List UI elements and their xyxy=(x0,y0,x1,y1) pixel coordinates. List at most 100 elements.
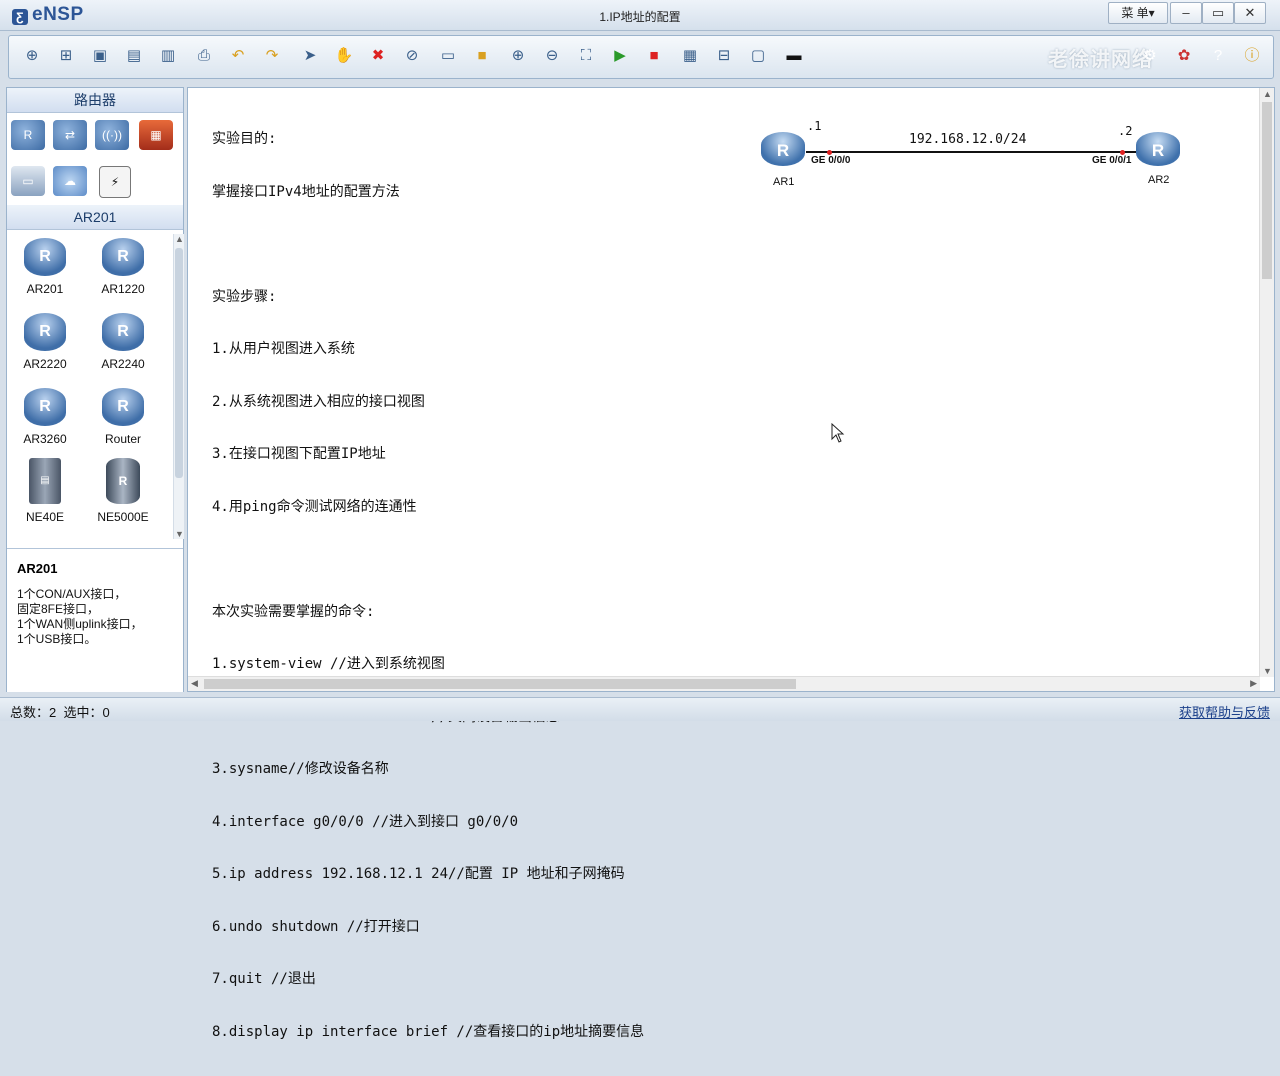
select-icon[interactable]: ➤ xyxy=(299,45,321,67)
menu-button[interactable]: 菜 单▾ xyxy=(1108,2,1168,24)
selection-count: 总数：2 选中：0 xyxy=(10,705,110,720)
stop-device-icon[interactable]: ■ xyxy=(643,45,665,67)
save-as-icon[interactable]: ▥ xyxy=(157,45,179,67)
note-line: 7.quit //退出 xyxy=(212,971,316,987)
ar1-host-label[interactable]: .1 xyxy=(807,119,821,133)
ar1-interface-label: GE 0/0/0 xyxy=(811,155,851,166)
topology-icon[interactable]: ⊟ xyxy=(713,45,735,67)
device-list-scrollbar[interactable]: ▲ ▼ xyxy=(173,234,184,539)
grid-icon[interactable]: ▢ xyxy=(747,45,769,67)
router-icon: R xyxy=(102,238,144,276)
zoom-out-icon[interactable]: ⊖ xyxy=(541,45,563,67)
cloud-category-icon[interactable]: ☁ xyxy=(53,166,87,196)
cylinder-router-icon: R xyxy=(106,458,140,504)
scroll-up-icon[interactable]: ▲ xyxy=(1263,89,1272,99)
redo-icon[interactable]: ↷ xyxy=(261,45,283,67)
router-icon: R xyxy=(102,388,144,426)
device-ar3260[interactable]: R AR3260 xyxy=(7,388,83,446)
note-line: 4.interface g0/0/0 //进入到接口 g0/0/0 xyxy=(212,813,519,830)
text-icon[interactable]: ▭ xyxy=(437,45,459,67)
device-ne5000e[interactable]: R NE5000E xyxy=(85,458,161,524)
scroll-thumb[interactable] xyxy=(175,248,183,478)
new-topology-icon[interactable]: ⊕ xyxy=(21,45,43,67)
settings-icon[interactable]: ⚙ xyxy=(1139,45,1161,67)
save-icon[interactable]: ▤ xyxy=(123,45,145,67)
close-button[interactable]: ✕ xyxy=(1234,2,1266,24)
restore-button[interactable]: ▭ xyxy=(1202,2,1234,24)
capture-icon[interactable]: ▦ xyxy=(679,45,701,67)
note-line: 实验目的: xyxy=(212,131,277,147)
ar2-name[interactable]: AR2 xyxy=(1148,174,1169,186)
fit-icon[interactable]: ⛶ xyxy=(575,45,597,67)
terminal-category-icon[interactable]: ▭ xyxy=(11,166,45,196)
router-icon: R xyxy=(102,313,144,351)
note-line: 1.从用户视图进入系统 xyxy=(212,341,355,357)
new-example-icon[interactable]: ⊞ xyxy=(55,45,77,67)
note-line: 6.undo shutdown //打开接口 xyxy=(212,918,420,935)
lab-notes-textbox[interactable]: 实验目的: 掌握接口IPv4地址的配置方法 实验步骤: 1.从用户视图进入系统 … xyxy=(212,96,644,1076)
note-line: 掌握接口IPv4地址的配置方法 xyxy=(212,183,400,200)
help-feedback-link[interactable]: 获取帮助与反馈 xyxy=(1179,702,1270,721)
note-line: 实验步骤: xyxy=(212,288,277,305)
topology-canvas[interactable]: 实验目的: 掌握接口IPv4地址的配置方法 实验步骤: 1.从用户视图进入系统 … xyxy=(187,87,1275,1040)
palette-icon[interactable]: ■ xyxy=(471,45,493,67)
router-ar1[interactable]: R xyxy=(761,132,805,166)
ethernet-link[interactable] xyxy=(806,151,1136,153)
app-logo: ƸeNSP xyxy=(12,4,84,26)
other-category-icon[interactable]: ⚡ xyxy=(99,166,131,198)
ar2-host-label[interactable]: .2 xyxy=(1118,124,1132,138)
scroll-down-icon[interactable]: ▼ xyxy=(1263,666,1272,676)
model-header: AR201 xyxy=(7,205,183,230)
toolbar: ⊕ ⊞ ▣ ▤ ▥ ⎙ ↶ ↷ ➤ ✋ ✖ ⊘ ▭ ■ ⊕ ⊖ ⛶ ▶ ■ ▦ … xyxy=(8,35,1274,79)
description-title: AR201 xyxy=(17,561,58,576)
switch-category-icon[interactable]: ⇄ xyxy=(53,120,87,150)
description-line: 1个USB接口。 xyxy=(17,632,97,646)
chassis-icon: ▤ xyxy=(29,458,61,504)
undo-icon[interactable]: ↶ xyxy=(227,45,249,67)
note-line: 3.sysname//修改设备名称 xyxy=(212,761,389,777)
router-icon: R xyxy=(24,238,66,276)
delete-icon[interactable]: ✖ xyxy=(367,45,389,67)
note-line: 8.display ip interface brief //查看接口的ip地址… xyxy=(212,1023,645,1040)
ar1-name[interactable]: AR1 xyxy=(773,176,794,188)
device-router[interactable]: R Router xyxy=(85,388,161,446)
device-description: AR201 1个CON/AUX接口， 固定8FE接口， 1个WAN侧uplink… xyxy=(7,548,183,692)
scroll-thumb[interactable] xyxy=(1262,102,1272,279)
device-ar1220[interactable]: R AR1220 xyxy=(85,238,161,296)
note-line: 1.system-view //进入到系统视图 xyxy=(212,656,445,672)
minimize-button[interactable]: – xyxy=(1170,2,1202,24)
title-bar: ƸeNSP 1.IP地址的配置 菜 单▾ – ▭ ✕ xyxy=(0,0,1280,31)
info-icon[interactable]: ⓘ xyxy=(1241,45,1263,67)
device-ar201[interactable]: R AR201 xyxy=(7,238,83,296)
window-title: 1.IP地址的配置 xyxy=(599,10,681,24)
scroll-right-icon[interactable]: ▶ xyxy=(1250,678,1257,689)
scroll-down-icon[interactable]: ▼ xyxy=(175,529,184,539)
canvas-vertical-scrollbar[interactable]: ▲ ▼ xyxy=(1259,88,1274,677)
scroll-thumb[interactable] xyxy=(204,679,796,689)
device-ar2240[interactable]: R AR2240 xyxy=(85,313,161,371)
help-icon[interactable]: ? xyxy=(1207,45,1229,67)
scroll-up-icon[interactable]: ▲ xyxy=(175,234,184,244)
pan-hand-icon[interactable]: ✋ xyxy=(333,45,355,67)
open-icon[interactable]: ▣ xyxy=(89,45,111,67)
network-label[interactable]: 192.168.12.0/24 xyxy=(909,132,1026,147)
firewall-category-icon[interactable]: ▦ xyxy=(139,120,173,150)
delete-link-icon[interactable]: ⊘ xyxy=(401,45,423,67)
router-category-icon[interactable]: R xyxy=(11,120,45,150)
canvas-horizontal-scrollbar[interactable]: ◀ ▶ xyxy=(188,676,1260,691)
wireless-category-icon[interactable]: ((·)) xyxy=(95,120,129,150)
device-panel: 路由器 R ⇄ ((·)) ▦ ▭ ☁ ⚡ AR201 R AR201 R AR… xyxy=(6,87,184,692)
huawei-icon[interactable]: ✿ xyxy=(1173,45,1195,67)
mouse-cursor-icon xyxy=(831,423,845,443)
note-line xyxy=(212,551,644,569)
zoom-in-icon[interactable]: ⊕ xyxy=(507,45,529,67)
scroll-left-icon[interactable]: ◀ xyxy=(191,678,198,689)
print-icon[interactable]: ⎙ xyxy=(193,45,215,67)
device-ar2220[interactable]: R AR2220 xyxy=(7,313,83,371)
note-line: 本次实验需要掌握的命令: xyxy=(212,603,375,620)
router-ar2[interactable]: R xyxy=(1136,132,1180,166)
terminal-icon[interactable]: ▬ xyxy=(783,45,805,67)
start-device-icon[interactable]: ▶ xyxy=(609,45,631,67)
device-ne40e[interactable]: ▤ NE40E xyxy=(7,458,83,524)
note-line: 3.在接口视图下配置IP地址 xyxy=(212,446,386,462)
